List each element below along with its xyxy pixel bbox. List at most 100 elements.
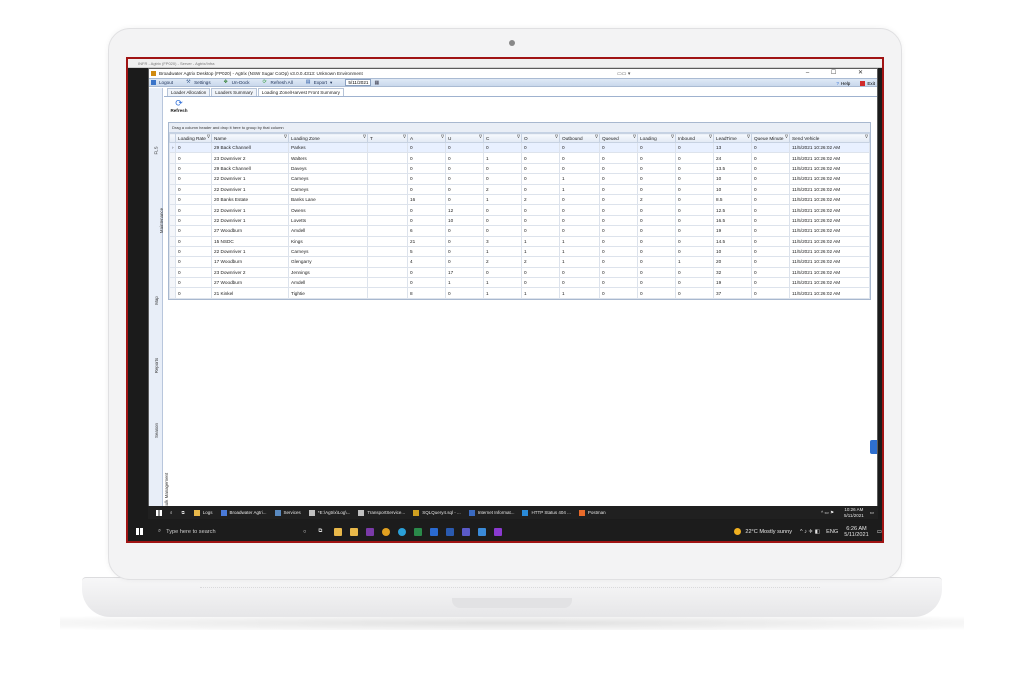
table-cell[interactable]: 1 [483,152,522,164]
filter-icon[interactable]: ∇ [785,135,788,141]
remote-tray-icons[interactable]: ^ ▭ ⚑ [821,510,834,516]
sidebar-item-fls[interactable]: FLS [149,146,163,154]
column-header[interactable]: LeadTime ∇ [713,133,752,143]
remote-taskbar-item[interactable]: SQLQuery4.sql - ... [413,509,461,516]
task-view-icon[interactable]: ⧉ [318,528,322,535]
table-cell[interactable]: 0 [445,162,484,175]
table-cell[interactable]: 11/5/2021 10:26:02 AM [789,162,870,175]
table-cell[interactable]: 0 [175,245,212,258]
table-cell[interactable]: 0 [407,266,446,279]
table-cell[interactable]: 0 [559,277,600,289]
exit-button[interactable]: Exit [867,81,875,86]
table-cell[interactable]: 0 [675,214,714,227]
table-cell[interactable]: 0 [483,141,522,154]
table-cell[interactable]: 22 Downriver 1 [211,245,289,258]
table-cell[interactable]: 0 [407,204,446,216]
remote-taskbar-item[interactable]: HTTP Status 404 ... [522,509,571,516]
table-cell[interactable]: 1 [559,183,600,195]
table-cell[interactable]: 11/5/2021 10:26:02 AM [789,173,870,185]
filter-icon[interactable]: ∇ [479,135,482,141]
table-cell[interactable]: 11/5/2021 10:26:02 AM [789,266,870,279]
sidebar-item-map[interactable]: Map [149,296,163,305]
table-cell[interactable] [367,225,408,237]
side-scroll-handle[interactable] [870,440,877,454]
table-cell[interactable]: 0 [559,204,600,216]
table-cell[interactable]: 0 [599,266,638,279]
table-cell[interactable]: 0 [675,141,714,154]
table-cell[interactable]: 0 [483,225,522,237]
table-cell[interactable]: 0 [751,225,790,237]
table-cell[interactable]: 22 Downriver 1 [211,204,289,216]
table-cell[interactable]: 1 [521,235,560,247]
logout-button[interactable]: Logout [151,80,173,85]
table-cell[interactable]: 0 [407,183,446,195]
table-cell[interactable]: 11/5/2021 10:26:02 AM [789,204,870,216]
table-cell[interactable]: Jennings [288,266,368,279]
table-cell[interactable]: 0 [521,183,560,195]
table-cell[interactable]: 0 [751,152,790,164]
remote-taskbar-item[interactable]: Logs [193,509,213,516]
column-header[interactable]: Queued ∇ [599,133,638,143]
remote-notification-icon[interactable]: ▭ [870,510,874,516]
table-cell[interactable]: 2 [483,256,522,268]
sidebar-item-bulk-management[interactable]: Bulk Management [149,473,169,508]
table-cell[interactable]: Owens [288,204,368,216]
table-row[interactable]: 0 29 Back Channell Daveys 0 0 0 0 0 0 0 0 13.5 0 11/5… [169,162,870,175]
table-cell[interactable]: 0 [175,235,212,247]
table-cell[interactable]: Daveys [288,162,368,175]
table-cell[interactable]: 27 Woodburn [211,225,289,237]
table-cell[interactable]: 1 [559,173,600,185]
date-picker-field[interactable]: 5/11/2021 [345,79,372,86]
table-cell[interactable] [367,214,408,227]
table-cell[interactable] [367,173,408,185]
table-cell[interactable]: 11/5/2021 10:26:02 AM [789,141,870,154]
column-header[interactable]: A ∇ [407,133,446,143]
table-cell[interactable]: Walters [288,152,368,164]
store-icon[interactable] [350,527,359,536]
table-cell[interactable]: 0 [637,245,676,258]
table-cell[interactable]: 20 [713,256,752,268]
table-cell[interactable]: 1 [483,245,522,258]
table-cell[interactable]: 14.5 [713,235,752,247]
calendar-icon[interactable]: ▦ [374,80,379,86]
notification-center-icon[interactable]: ▭ [877,529,882,535]
table-cell[interactable]: 20 Banks Estate [211,193,289,206]
table-cell[interactable]: 0 [637,152,676,164]
settings-button[interactable]: ⚒ Settings [186,80,211,86]
table-cell[interactable]: 2 [483,183,522,195]
table-cell[interactable]: 0 [445,245,484,258]
table-cell[interactable] [367,193,408,206]
table-cell[interactable]: 1 [483,277,522,289]
remote-taskbar-item[interactable]: Internet Informat... [468,509,514,516]
table-cell[interactable]: 0 [751,256,790,268]
filter-icon[interactable]: ∇ [747,135,750,141]
table-cell[interactable]: 0 [483,173,522,185]
table-cell[interactable]: 0 [675,204,714,216]
table-cell[interactable]: 11/5/2021 10:26:02 AM [789,277,870,289]
table-cell[interactable]: 0 [637,225,676,237]
outlook-icon[interactable] [430,527,439,536]
table-cell[interactable]: 0 [559,266,600,279]
file-explorer-icon[interactable] [334,527,343,536]
host-clock[interactable]: 6:26 AM 5/11/2021 [844,526,868,538]
table-cell[interactable]: 11/5/2021 10:26:02 AM [789,256,870,268]
filter-icon[interactable]: ∇ [517,135,520,141]
refresh-all-button[interactable]: ⟳ Refresh All [263,80,293,86]
table-cell[interactable]: 0 [407,173,446,185]
table-row[interactable]: 0 22 Downriver 1 Carneys 0 0 0 0 1 0 0 0 10 0 11/5/20… [169,173,870,185]
table-cell[interactable]: 0 [675,173,714,185]
table-cell[interactable]: 0 [175,225,212,237]
table-row[interactable]: 0 27 Woodburn Amdell 0 1 1 0 0 0 0 0 19 0 11/5/2021 1… [169,277,870,289]
table-cell[interactable]: 11/5/2021 10:26:02 AM [789,287,870,299]
remote-taskbar-item[interactable]: Broadwater Agtri... [220,509,267,516]
table-row[interactable]: 0 23 Downriver 2 Jennings 0 17 0 0 0 0 0 0 32 0 11/5/… [169,266,870,279]
table-cell[interactable]: 11/5/2021 10:26:02 AM [789,152,870,164]
table-cell[interactable] [367,204,408,216]
table-cell[interactable] [367,287,408,299]
table-cell[interactable] [367,141,408,154]
table-cell[interactable]: 0 [751,193,790,206]
table-cell[interactable]: 0 [175,214,212,227]
table-cell[interactable]: 15 NSDC [211,235,289,247]
filter-icon[interactable]: ∇ [595,135,598,141]
table-cell[interactable]: 10 [713,245,752,258]
